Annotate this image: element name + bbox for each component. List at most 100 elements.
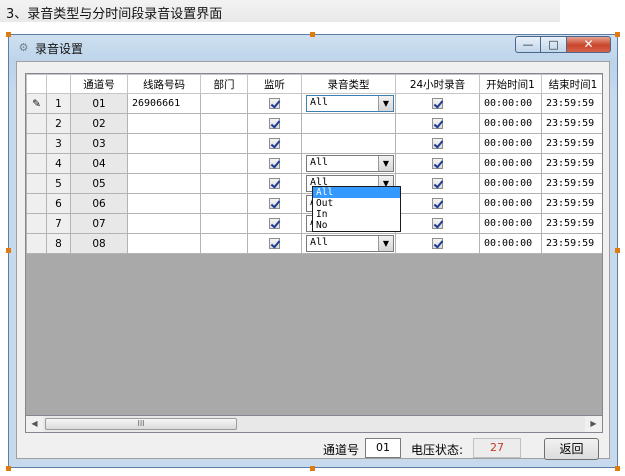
selection-handle[interactable] — [615, 32, 620, 37]
h24-cell[interactable] — [395, 173, 480, 194]
monitor-cell[interactable] — [247, 233, 302, 254]
line-number-cell[interactable] — [127, 133, 201, 154]
header-monitor[interactable]: 监听 — [247, 74, 302, 94]
monitor-cell[interactable] — [247, 133, 302, 154]
monitor-cell[interactable] — [247, 213, 302, 234]
end-time-cell[interactable]: 23:59:59 — [541, 213, 602, 234]
monitor-cell[interactable] — [247, 193, 302, 214]
department-cell[interactable] — [200, 93, 248, 114]
h24-cell[interactable] — [395, 133, 480, 154]
table-row[interactable]: 3 03 00:00:00 23:59:59 — [26, 133, 602, 154]
start-time-cell[interactable]: 00:00:00 — [479, 133, 542, 154]
monitor-checkbox[interactable] — [269, 158, 280, 169]
corner-cell-num[interactable] — [46, 74, 71, 94]
h24-checkbox[interactable] — [432, 178, 443, 189]
record-type-combo[interactable]: All ▼ — [306, 235, 394, 252]
row-indicator-cell[interactable] — [26, 113, 47, 134]
chevron-down-icon[interactable]: ▼ — [378, 236, 393, 251]
table-row[interactable]: ✎ 1 01 26906661 All ▼ 00:00:00 23:59:59 — [26, 93, 602, 114]
chevron-down-icon[interactable]: ▼ — [378, 96, 393, 111]
start-time-cell[interactable]: 00:00:00 — [479, 153, 542, 174]
h24-checkbox[interactable] — [432, 118, 443, 129]
department-cell[interactable] — [200, 153, 248, 174]
selection-handle[interactable] — [6, 32, 11, 37]
end-time-cell[interactable]: 23:59:59 — [541, 153, 602, 174]
row-indicator-cell[interactable] — [26, 133, 47, 154]
line-number-cell[interactable] — [127, 113, 201, 134]
department-cell[interactable] — [200, 233, 248, 254]
channel-cell[interactable]: 06 — [70, 193, 128, 214]
header-start-time-1[interactable]: 开始时间1 — [479, 74, 542, 94]
start-time-cell[interactable]: 00:00:00 — [479, 93, 542, 114]
return-button[interactable]: 返回 — [544, 438, 599, 460]
h24-cell[interactable] — [395, 193, 480, 214]
h24-cell[interactable] — [395, 93, 480, 114]
start-time-cell[interactable]: 00:00:00 — [479, 113, 542, 134]
maximize-button[interactable]: □ — [541, 36, 567, 53]
start-time-cell[interactable]: 00:00:00 — [479, 213, 542, 234]
monitor-cell[interactable] — [247, 93, 302, 114]
end-time-cell[interactable]: 23:59:59 — [541, 193, 602, 214]
dropdown-option-no[interactable]: No — [313, 220, 400, 231]
h24-checkbox[interactable] — [432, 218, 443, 229]
department-cell[interactable] — [200, 193, 248, 214]
monitor-cell[interactable] — [247, 173, 302, 194]
selection-handle[interactable] — [615, 248, 620, 253]
end-time-cell[interactable]: 23:59:59 — [541, 113, 602, 134]
scroll-left-arrow-icon[interactable]: ◀ — [26, 416, 43, 432]
channel-cell[interactable]: 04 — [70, 153, 128, 174]
table-row[interactable]: 8 08 All ▼ 00:00:00 23:59:59 — [26, 233, 602, 254]
minimize-button[interactable]: — — [515, 36, 541, 53]
monitor-checkbox[interactable] — [269, 238, 280, 249]
end-time-cell[interactable]: 23:59:59 — [541, 173, 602, 194]
h24-cell[interactable] — [395, 113, 480, 134]
h24-cell[interactable] — [395, 233, 480, 254]
scroll-thumb[interactable]: III — [45, 418, 237, 430]
channel-cell[interactable]: 01 — [70, 93, 128, 114]
row-indicator-cell[interactable]: ✎ — [26, 93, 47, 114]
end-time-cell[interactable]: 23:59:59 — [541, 133, 602, 154]
h24-checkbox[interactable] — [432, 158, 443, 169]
start-time-cell[interactable]: 00:00:00 — [479, 173, 542, 194]
record-type-combo[interactable]: All ▼ — [306, 155, 394, 172]
corner-cell[interactable] — [26, 74, 47, 94]
header-line-number[interactable]: 线路号码 — [127, 74, 201, 94]
selection-handle[interactable] — [6, 466, 11, 471]
row-indicator-cell[interactable] — [26, 213, 47, 234]
selection-handle[interactable] — [310, 32, 315, 37]
monitor-cell[interactable] — [247, 113, 302, 134]
monitor-cell[interactable] — [247, 153, 302, 174]
chevron-down-icon[interactable]: ▼ — [378, 156, 393, 171]
table-row[interactable]: 2 02 00:00:00 23:59:59 — [26, 113, 602, 134]
header-channel[interactable]: 通道号 — [70, 74, 128, 94]
line-number-cell[interactable] — [127, 173, 201, 194]
department-cell[interactable] — [200, 113, 248, 134]
channel-cell[interactable]: 08 — [70, 233, 128, 254]
close-button[interactable]: ✕ — [567, 36, 611, 53]
h24-cell[interactable] — [395, 153, 480, 174]
monitor-checkbox[interactable] — [269, 98, 280, 109]
channel-cell[interactable]: 02 — [70, 113, 128, 134]
end-time-cell[interactable]: 23:59:59 — [541, 233, 602, 254]
monitor-checkbox[interactable] — [269, 178, 280, 189]
line-number-cell[interactable] — [127, 233, 201, 254]
monitor-checkbox[interactable] — [269, 198, 280, 209]
h24-checkbox[interactable] — [432, 98, 443, 109]
record-type-cell[interactable]: All ▼ — [301, 93, 396, 114]
start-time-cell[interactable]: 00:00:00 — [479, 233, 542, 254]
channel-cell[interactable]: 03 — [70, 133, 128, 154]
row-indicator-cell[interactable] — [26, 233, 47, 254]
dropdown-option-all[interactable]: All — [313, 187, 400, 198]
horizontal-scrollbar[interactable]: ◀ III ▶ — [25, 416, 603, 433]
line-number-cell[interactable] — [127, 193, 201, 214]
monitor-checkbox[interactable] — [269, 138, 280, 149]
scroll-right-arrow-icon[interactable]: ▶ — [585, 416, 602, 432]
header-department[interactable]: 部门 — [200, 74, 248, 94]
selection-handle[interactable] — [615, 466, 620, 471]
header-end-time-1[interactable]: 结束时间1 — [541, 74, 602, 94]
record-type-cell[interactable] — [301, 113, 396, 134]
selection-handle[interactable] — [310, 466, 315, 471]
department-cell[interactable] — [200, 213, 248, 234]
selection-handle[interactable] — [6, 248, 11, 253]
h24-checkbox[interactable] — [432, 198, 443, 209]
